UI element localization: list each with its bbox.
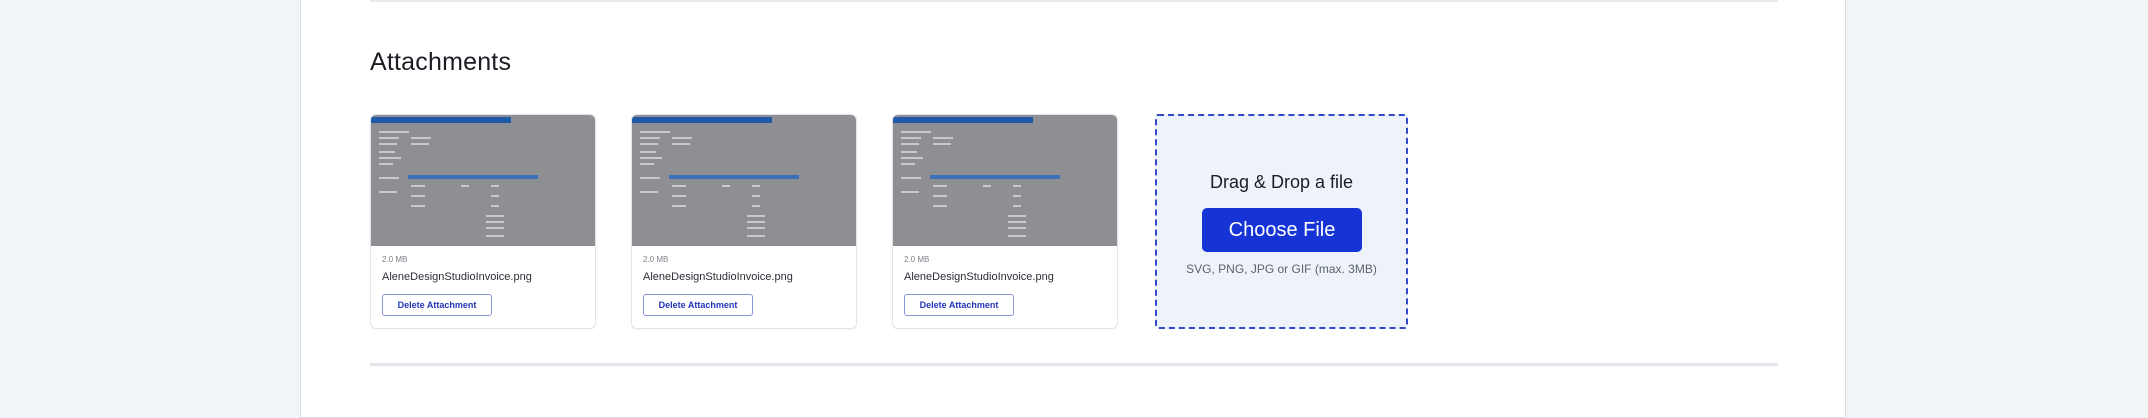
attachment-filename: AleneDesignStudioInvoice.png xyxy=(904,271,1054,283)
section-title: Attachments xyxy=(370,48,512,76)
delete-attachment-button[interactable]: Delete Attachment xyxy=(643,294,753,316)
attachment-thumbnail[interactable] xyxy=(893,115,1117,246)
attachment-card: 2.0 MB AleneDesignStudioInvoice.png Dele… xyxy=(370,114,596,329)
divider-bottom xyxy=(370,363,1778,366)
attachment-card: 2.0 MB AleneDesignStudioInvoice.png Dele… xyxy=(892,114,1118,329)
file-dropzone[interactable]: Drag & Drop a file Choose File SVG, PNG,… xyxy=(1155,114,1408,329)
attachment-size: 2.0 MB xyxy=(904,255,930,264)
attachment-thumbnail[interactable] xyxy=(632,115,856,246)
delete-attachment-button[interactable]: Delete Attachment xyxy=(904,294,1014,316)
divider-top xyxy=(370,0,1778,2)
attachment-card: 2.0 MB AleneDesignStudioInvoice.png Dele… xyxy=(631,114,857,329)
attachment-size: 2.0 MB xyxy=(643,255,669,264)
dropzone-title: Drag & Drop a file xyxy=(1209,172,1354,192)
dropzone-hint: SVG, PNG, JPG or GIF (max. 3MB) xyxy=(1186,262,1377,276)
delete-attachment-button[interactable]: Delete Attachment xyxy=(382,294,492,316)
attachment-filename: AleneDesignStudioInvoice.png xyxy=(382,271,532,283)
attachment-size: 2.0 MB xyxy=(382,255,408,264)
attachment-thumbnail[interactable] xyxy=(371,115,595,246)
attachment-filename: AleneDesignStudioInvoice.png xyxy=(643,271,793,283)
choose-file-button[interactable]: Choose File xyxy=(1202,208,1362,252)
